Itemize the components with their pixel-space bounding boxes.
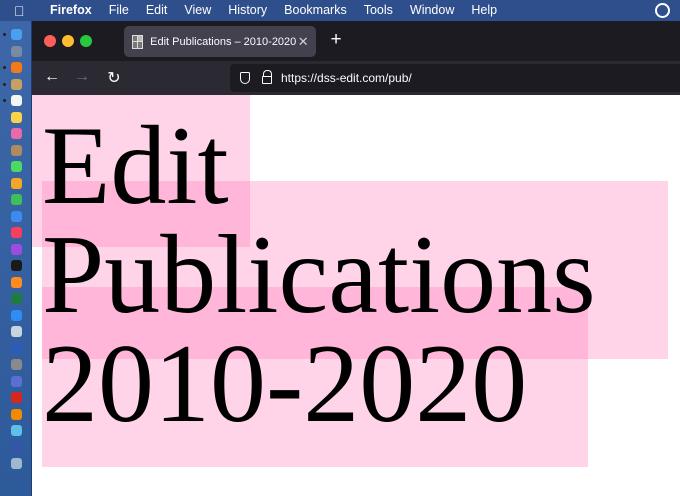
browser-window: Edit Publications – 2010-2020 ✕ + ← → ↻ … [32, 21, 680, 496]
contacts-icon[interactable] [11, 144, 22, 156]
calendar-icon[interactable] [11, 95, 22, 106]
menu-help[interactable]: Help [471, 0, 497, 21]
reload-icon[interactable]: ↻ [104, 68, 124, 88]
menu-history[interactable]: History [228, 0, 267, 21]
menu-app-name[interactable]: Firefox [50, 0, 92, 21]
podcasts-icon[interactable] [11, 243, 22, 255]
maximize-window-button[interactable] [80, 35, 92, 47]
heading-line-publications: Publications [42, 213, 596, 337]
launchpad-icon[interactable] [11, 45, 22, 57]
status-menu-icon[interactable] [655, 3, 670, 18]
notes-icon[interactable] [11, 111, 22, 123]
tab-title: Edit Publications – 2010-2020 [150, 35, 297, 48]
vlc-icon[interactable] [11, 408, 22, 420]
url-text[interactable]: https://dss-edit.com/pub/ [281, 71, 412, 85]
books-icon[interactable] [11, 276, 22, 288]
new-tab-icon[interactable]: + [326, 30, 346, 50]
lock-icon[interactable] [262, 70, 272, 84]
tv-icon[interactable] [11, 260, 22, 271]
messages-icon[interactable] [11, 161, 22, 172]
numbers-icon[interactable] [11, 194, 22, 205]
app-icon[interactable] [11, 425, 22, 436]
keynote-icon[interactable] [11, 210, 22, 222]
close-window-button[interactable] [44, 35, 56, 47]
menu-file[interactable]: File [109, 0, 129, 21]
pages-icon[interactable] [11, 177, 22, 189]
tab-active[interactable]: Edit Publications – 2010-2020 ✕ [124, 26, 316, 57]
accessibility-icon[interactable] [11, 375, 22, 387]
trash-icon[interactable] [11, 458, 22, 469]
acrobat-icon[interactable] [11, 392, 22, 403]
word-icon[interactable] [11, 342, 22, 354]
menu-bar:  Firefox File Edit View History Bookmar… [0, 0, 680, 21]
close-tab-icon[interactable]: ✕ [296, 34, 310, 50]
apple-menu-icon[interactable]:  [14, 3, 38, 19]
app-icon[interactable] [11, 441, 22, 453]
site-favicon-icon [132, 34, 144, 49]
heading-line-edit: Edit [42, 104, 229, 228]
photos-icon[interactable] [11, 128, 22, 139]
tab-bar: Edit Publications – 2010-2020 ✕ + [32, 21, 680, 61]
menu-bookmarks[interactable]: Bookmarks [284, 0, 347, 21]
forward-icon[interactable]: → [72, 68, 92, 86]
minimize-window-button[interactable] [62, 35, 74, 47]
address-bar[interactable]: https://dss-edit.com/pub/ [230, 64, 680, 92]
back-icon[interactable]: ← [42, 68, 62, 86]
music-icon[interactable] [11, 227, 22, 238]
menu-view[interactable]: View [184, 0, 211, 21]
menu-edit[interactable]: Edit [146, 0, 168, 21]
heading-line-years: 2010-2020 [42, 322, 528, 446]
running-indicator [3, 66, 6, 69]
menu-window[interactable]: Window [410, 0, 454, 21]
running-indicator [3, 99, 6, 102]
dock [0, 21, 32, 496]
firefox-icon[interactable] [11, 62, 22, 73]
running-indicator [3, 82, 6, 86]
app-icon[interactable] [11, 78, 22, 90]
excel-icon[interactable] [11, 293, 22, 304]
navigation-toolbar: ← → ↻ https://dss-edit.com/pub/ [32, 61, 680, 95]
running-indicator [3, 33, 6, 36]
menu-tools[interactable]: Tools [364, 0, 393, 21]
app-store-icon[interactable] [11, 309, 22, 321]
preview-icon[interactable] [11, 326, 22, 337]
system-preferences-icon[interactable] [11, 359, 22, 370]
finder-icon[interactable] [11, 29, 22, 40]
page-content: Edit Publications 2010-2020 [32, 95, 680, 496]
tracking-protection-icon[interactable] [240, 72, 250, 84]
